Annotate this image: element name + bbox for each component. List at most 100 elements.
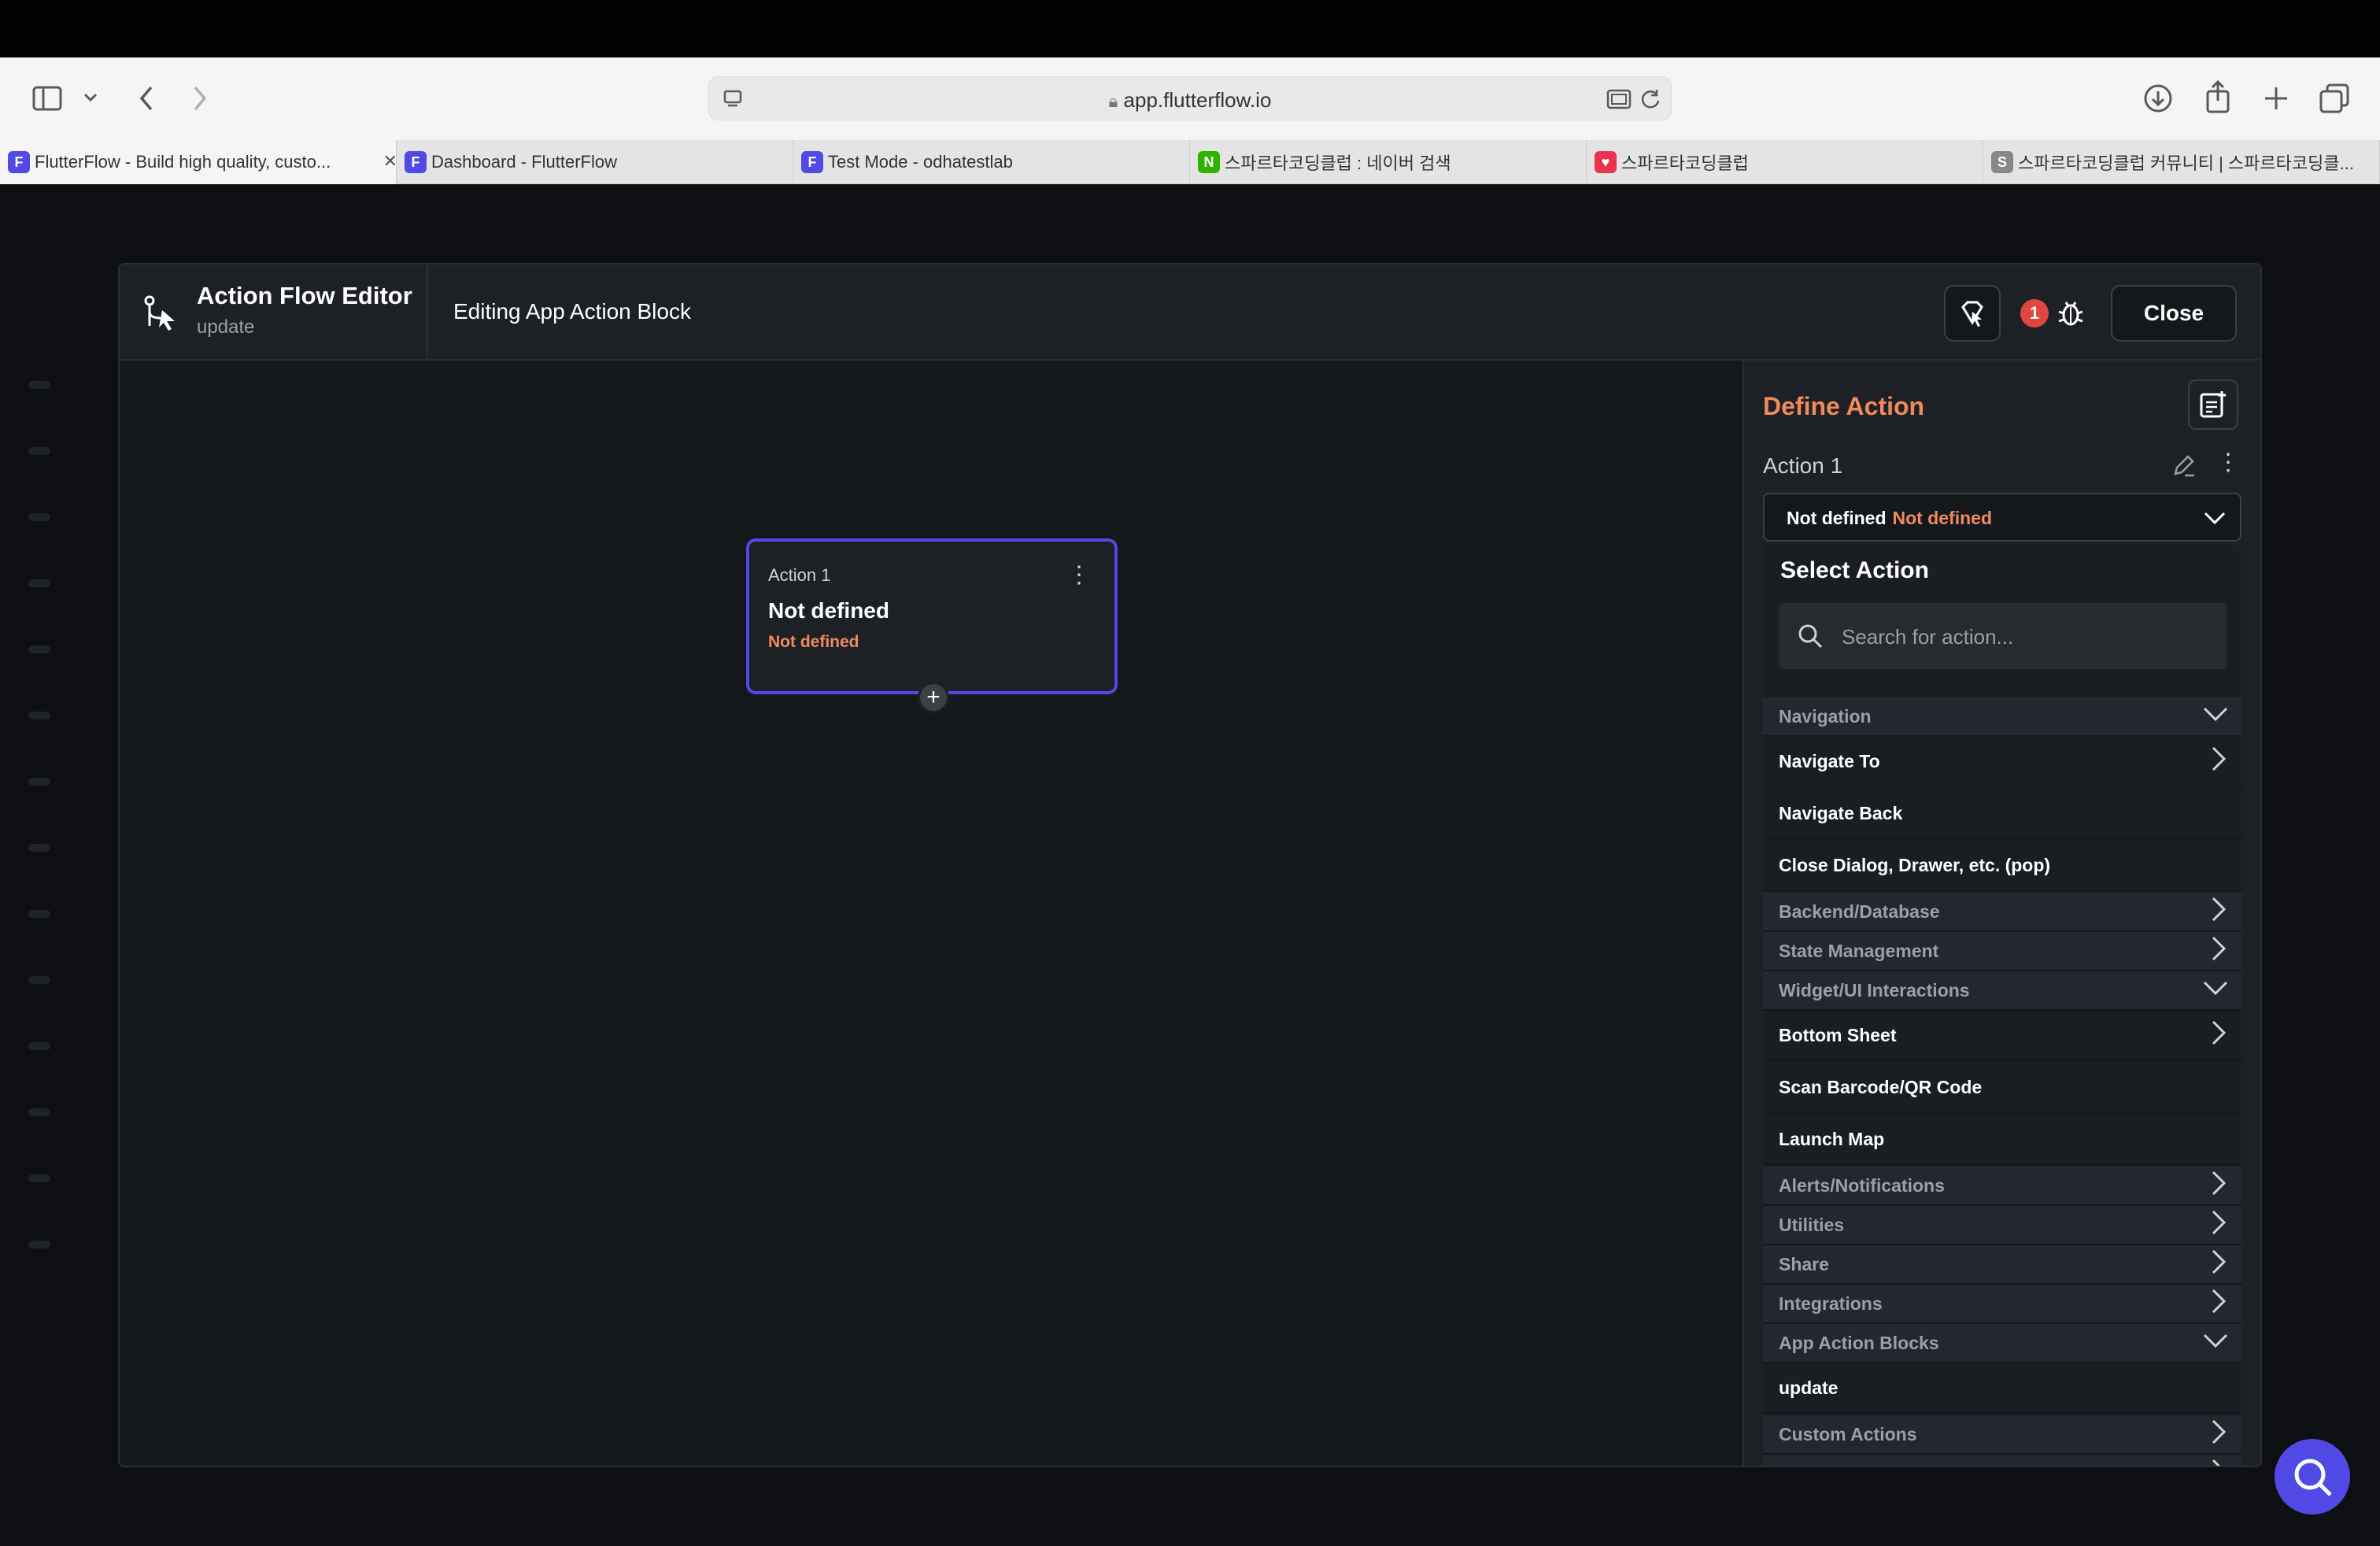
action-label: Backend/Database [1779,901,1940,922]
action-item[interactable]: Launch Map [1763,1115,2241,1165]
action-type-dropdown[interactable]: Not defined Not defined [1763,493,2241,542]
error-count-badge: 1 [2020,299,2049,327]
backdrop-sidebar [24,381,55,1307]
action-search-input[interactable]: Search for action... [1779,603,2227,669]
action-category[interactable]: Utilities [1763,1206,2241,1245]
backdrop-nav-dot [28,1241,50,1248]
chevron-right-icon [2208,1288,2229,1319]
action-item[interactable]: Close Dialog, Drawer, etc. (pop) [1763,841,2241,891]
node-label: Action 1 [768,565,831,585]
url-text: app.flutterflow.io [1123,88,1272,112]
ai-assist-button[interactable] [1944,285,2001,342]
action-item[interactable]: Navigate To [1763,737,2241,787]
backdrop-nav-dot [28,645,50,653]
reader-icon[interactable] [1605,87,1633,112]
more-vert-icon[interactable]: ⋮ [1067,564,1091,587]
browser-tab[interactable]: F Test Mode - odhatestlab [793,140,1190,184]
select-action-title: Select Action [1780,557,1929,583]
favicon-icon: F [405,151,427,173]
tab-title: 스파르타코딩클럽 : 네이버 검색 [1225,153,1451,173]
dropdown-value: Not defined [1787,508,1887,528]
flow-canvas[interactable]: Action 1 Not defined Not defined ⋮ + [120,361,1741,1466]
debug-button[interactable]: 1 [2012,285,2094,342]
edit-icon[interactable] [2172,453,2196,481]
action-item[interactable]: Scan Barcode/QR Code [1763,1063,2241,1113]
tab-title: 스파르타코딩클럽 [1621,153,1749,173]
action-item[interactable]: Navigate Back [1763,789,2241,839]
action-label: Navigate Back [1779,802,1903,823]
chevron-right-icon [2208,1248,2229,1280]
editor-subtitle: update [197,316,255,338]
download-icon[interactable] [2141,81,2175,116]
backdrop-nav-dot [28,712,50,719]
action-flow-icon [143,294,178,335]
help-search-button[interactable] [2275,1439,2350,1515]
define-action-panel: Define Action Action 1 ⋮ Not defined Not … [1743,361,2260,1466]
chevron-down-icon[interactable] [79,86,102,109]
backdrop-nav-dot [28,910,50,918]
action-item[interactable]: update [1763,1363,2241,1414]
share-icon[interactable] [2201,78,2235,116]
action-category[interactable]: Cloud Function [1763,1455,2241,1466]
chevron-down-icon [2202,505,2227,534]
new-tab-icon[interactable] [2259,81,2293,116]
action-category[interactable]: Custom Actions [1763,1415,2241,1455]
chevron-right-icon [2208,1418,2229,1450]
back-icon[interactable] [131,81,162,116]
browser-tab[interactable]: F Dashboard - FlutterFlow [397,140,793,184]
close-tab-icon[interactable]: ✕ [383,151,397,172]
action-category[interactable]: Share [1763,1245,2241,1285]
forward-icon[interactable] [184,81,216,116]
action-more-icon[interactable]: ⋮ [2216,449,2240,476]
action-category[interactable]: App Action Blocks [1763,1324,2241,1363]
lock-icon: 🔒︎ [1108,91,1118,111]
action-item[interactable]: Bottom Sheet [1763,1011,2241,1061]
action-label: Widget/UI Interactions [1779,979,1970,1000]
chevron-down-icon [2202,1332,2229,1354]
browser-tab[interactable]: S 스파르타코딩클럽 커뮤니티 | 스파르타코딩클... [1983,140,2380,184]
backdrop-nav-dot [28,976,50,984]
sidebar-toggle-icon[interactable] [30,81,65,116]
search-icon [2294,1459,2332,1496]
add-action-button[interactable]: + [918,682,949,713]
notes-button[interactable] [2188,379,2238,430]
backdrop-nav-dot [28,1108,50,1116]
backdrop-nav-dot [28,1174,50,1182]
browser-tab[interactable]: F FlutterFlow - Build high quality, custo… [0,140,397,184]
window-top-bar [0,0,2380,57]
action-label: Scan Barcode/QR Code [1779,1076,1983,1097]
action-category[interactable]: State Management [1763,932,2241,971]
editor-header: Action Flow Editor update Editing App Ac… [120,264,2260,361]
reload-icon[interactable] [1638,87,1663,112]
action-category[interactable]: Widget/UI Interactions [1763,971,2241,1011]
browser-tab[interactable]: ♥ 스파르타코딩클럽 [1587,140,1983,184]
tab-title: Test Mode - odhatestlab [828,152,1013,172]
browser-tab[interactable]: N 스파르타코딩클럽 : 네이버 검색 [1190,140,1587,184]
bug-icon [2058,301,2083,326]
tab-title: 스파르타코딩클럽 커뮤니티 | 스파르타코딩클... [2018,153,2354,173]
action-node[interactable]: Action 1 Not defined Not defined ⋮ + [746,538,1118,713]
chevron-right-icon [2208,896,2229,927]
search-icon [1796,622,1824,654]
backdrop-nav-dot [28,381,50,389]
tab-bar: F FlutterFlow - Build high quality, custo… [0,140,2380,184]
tab-overview-icon[interactable] [2317,81,2352,116]
select-action-menu: Select Action Search for action... Navig… [1763,545,2241,1466]
address-bar[interactable]: 🔒︎ app.flutterflow.io [708,76,1672,120]
favicon-icon: F [8,151,30,173]
action-label: Close Dialog, Drawer, etc. (pop) [1779,854,2051,875]
action-category[interactable]: Backend/Database [1763,893,2241,932]
action-label: update [1779,1377,1839,1398]
action-label: Share [1779,1253,1829,1274]
action-name-label: Action 1 [1763,453,1843,478]
note-add-icon [2200,391,2226,418]
action-label: Navigation [1779,705,1872,727]
action-category[interactable]: Integrations [1763,1285,2241,1324]
action-label: App Action Blocks [1779,1332,1939,1353]
action-category[interactable]: Alerts/Notifications [1763,1167,2241,1206]
header-divider [427,264,428,361]
action-category[interactable]: Navigation [1763,697,2241,737]
favicon-icon: F [801,151,823,173]
chevron-right-icon [2208,1170,2229,1201]
close-button[interactable]: Close [2111,285,2237,342]
